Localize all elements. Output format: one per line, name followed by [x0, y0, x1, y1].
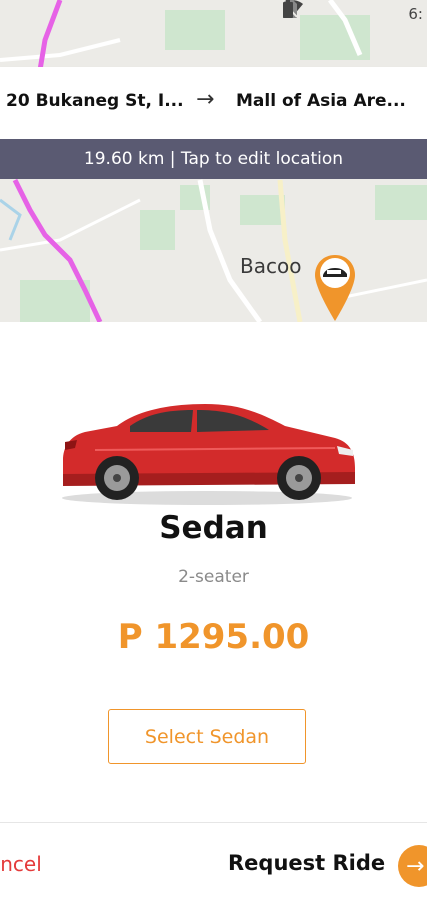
request-ride-button[interactable]: Request Ride	[228, 851, 385, 875]
cancel-button[interactable]: ancel	[0, 852, 42, 876]
arrow-right-icon: →	[196, 87, 215, 112]
status-bar: 6:	[283, 0, 427, 28]
origin-address[interactable]: 20 Bukaneg St, I...	[6, 91, 184, 111]
arrow-right-icon[interactable]: →	[398, 845, 427, 887]
clock-text: 6:	[408, 5, 423, 23]
sedan-car-image	[55, 398, 360, 508]
route-bar[interactable]: 20 Bukaneg St, I... → Mall of Asia Are..…	[0, 67, 427, 139]
map-place-label: Bacoo	[240, 254, 302, 278]
vehicle-name: Sedan	[159, 510, 268, 546]
select-vehicle-button[interactable]: Select Sedan	[108, 709, 306, 764]
fare-price: P 1295.00	[117, 617, 310, 657]
destination-address[interactable]: Mall of Asia Are...	[236, 91, 406, 111]
edit-location-bar[interactable]: 19.60 km | Tap to edit location	[0, 139, 427, 179]
car-pin-icon	[313, 253, 357, 322]
divider	[0, 822, 427, 823]
map-view[interactable]: 6: 20 Bukaneg St, I... → Mall of Asia Ar…	[0, 0, 427, 322]
vehicle-capacity: 2-seater	[178, 567, 249, 587]
